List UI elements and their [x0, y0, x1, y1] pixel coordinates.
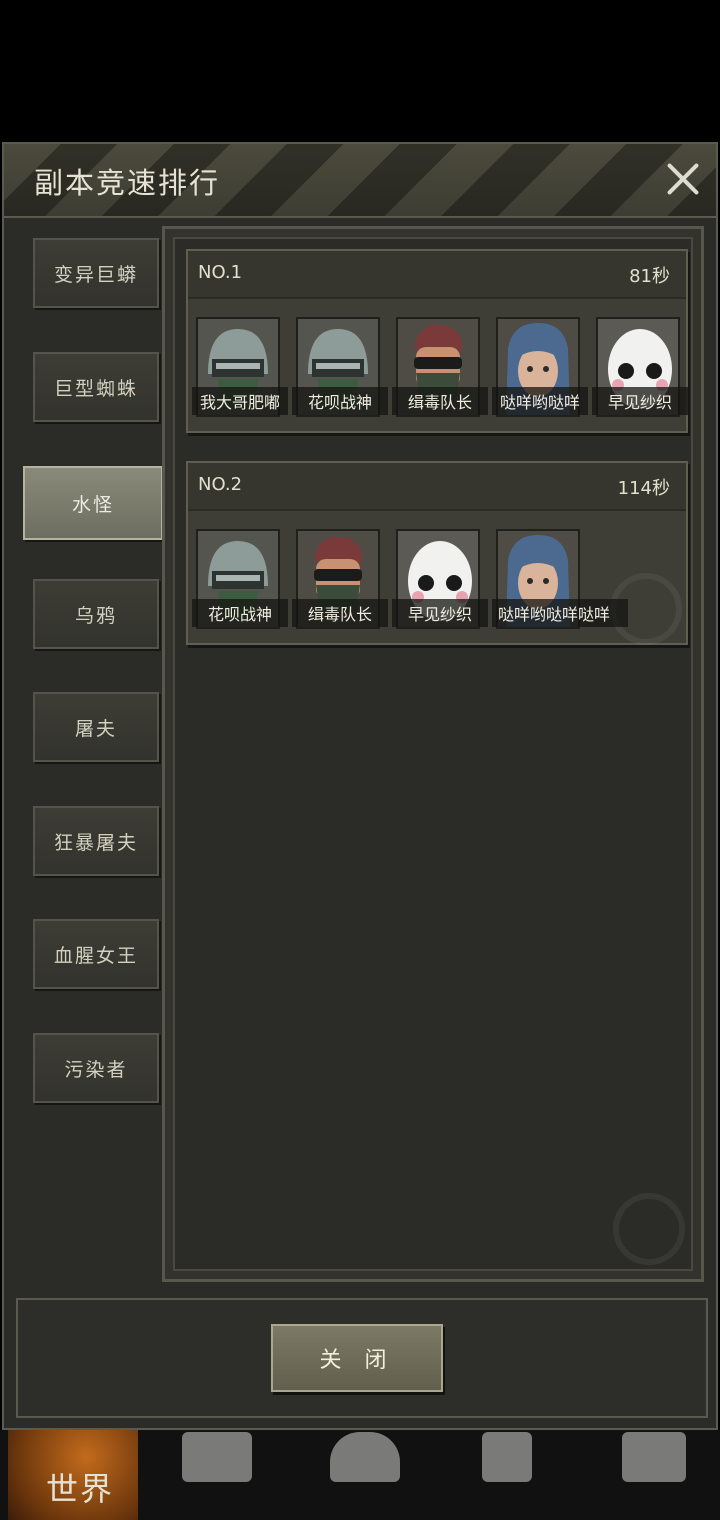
dialog-footer: 关 闭 — [16, 1298, 708, 1418]
team-member[interactable]: 缉毒队长 — [292, 529, 388, 629]
shop-cart-icon[interactable] — [622, 1432, 686, 1482]
tab-berserk-butcher[interactable]: 狂暴屠夫 — [33, 806, 159, 876]
entry-header: NO.2 114秒 — [188, 463, 686, 511]
backpack-icon[interactable] — [182, 1432, 252, 1482]
tab-bloody-queen[interactable]: 血腥女王 — [33, 919, 159, 989]
team-member[interactable]: 花呗战神 — [192, 529, 288, 629]
member-name: 花呗战神 — [292, 387, 388, 415]
entry-time: 114秒 — [617, 478, 670, 499]
tab-crow[interactable]: 乌鸦 — [33, 579, 159, 649]
entry-time: 81秒 — [629, 266, 670, 287]
tab-water-monster[interactable]: 水怪 — [23, 466, 163, 540]
entry-rank: NO.1 — [198, 262, 243, 283]
ranking-list[interactable]: NO.1 81秒 我大哥肥嘟 花呗战神 缉毒队长 哒咩哟哒咩 早见纱织 NO.2… — [173, 237, 693, 1271]
radiation-watermark-icon — [613, 1193, 685, 1265]
team-member[interactable]: 我大哥肥嘟 — [192, 317, 288, 417]
team-member[interactable]: 缉毒队长 — [392, 317, 488, 417]
tab-mutant-python[interactable]: 变异巨蟒 — [33, 238, 159, 308]
nav-world[interactable]: 世界 — [8, 1430, 138, 1520]
entry-rank: NO.2 — [198, 474, 243, 495]
member-name: 哒咩哟哒咩 — [492, 387, 588, 415]
member-name: 缉毒队长 — [292, 599, 388, 627]
tab-polluter[interactable]: 污染者 — [33, 1033, 159, 1103]
bottom-nav: 世界 — [0, 1430, 720, 1520]
member-name: 我大哥肥嘟 — [192, 387, 288, 415]
team-member[interactable]: 花呗战神 — [292, 317, 388, 417]
character-icon[interactable] — [330, 1432, 400, 1482]
dialog-header: 副本竞速排行 — [4, 144, 716, 218]
member-name: 花呗战神 — [192, 599, 288, 627]
close-icon[interactable] — [664, 160, 702, 198]
ranking-dialog: 副本竞速排行 变异巨蟒 巨型蜘蛛 水怪 乌鸦 屠夫 狂暴屠夫 血腥女王 污染者 … — [2, 142, 718, 1430]
team-member[interactable]: 早见纱织 — [392, 529, 488, 629]
ranking-entry: NO.1 81秒 我大哥肥嘟 花呗战神 缉毒队长 哒咩哟哒咩 早见纱织 — [186, 249, 688, 433]
nav-world-label: 世界 — [46, 1470, 115, 1508]
phone-icon[interactable] — [482, 1432, 532, 1482]
member-name: 哒咩哟哒咩哒咩 — [492, 599, 628, 627]
tab-giant-spider[interactable]: 巨型蜘蛛 — [33, 352, 159, 422]
dialog-title: 副本竞速排行 — [34, 166, 221, 200]
team-member[interactable]: 哒咩哟哒咩 — [492, 317, 588, 417]
member-name: 早见纱织 — [592, 387, 688, 415]
team-member[interactable]: 哒咩哟哒咩哒咩 — [492, 529, 628, 629]
ranking-entry: NO.2 114秒 花呗战神 缉毒队长 早见纱织 哒咩哟哒咩哒咩 — [186, 461, 688, 645]
member-name: 缉毒队长 — [392, 387, 488, 415]
entry-header: NO.1 81秒 — [188, 251, 686, 299]
ranking-content: NO.1 81秒 我大哥肥嘟 花呗战神 缉毒队长 哒咩哟哒咩 早见纱织 NO.2… — [162, 226, 704, 1282]
member-name: 早见纱织 — [392, 599, 488, 627]
team-member[interactable]: 早见纱织 — [592, 317, 688, 417]
tab-butcher[interactable]: 屠夫 — [33, 692, 159, 762]
close-button[interactable]: 关 闭 — [271, 1324, 443, 1392]
